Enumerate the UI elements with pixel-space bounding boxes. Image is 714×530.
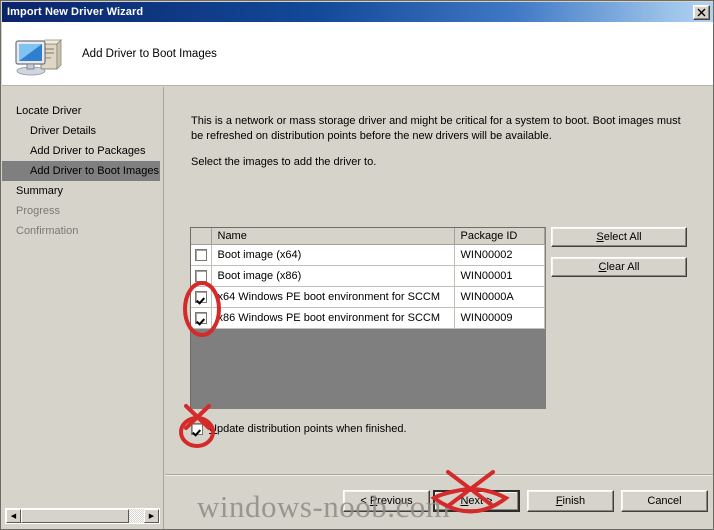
sidebar-item-add-driver-to-boot-images[interactable]: Add Driver to Boot Images (2, 161, 160, 181)
wizard-content: This is a network or mass storage driver… (165, 87, 713, 474)
footer-divider (165, 474, 713, 476)
row-package-id: WIN00009 (454, 307, 545, 329)
next-rest: ext > (468, 495, 493, 507)
row-name: x86 Windows PE boot environment for SCCM (211, 307, 455, 329)
table-header: Name Package ID (191, 228, 545, 245)
sidebar-item-locate-driver[interactable]: Locate Driver (2, 101, 163, 121)
sidebar-item-confirmation[interactable]: Confirmation (2, 221, 163, 241)
table-body: Boot image (x64) WIN00002 Boot image (x8… (191, 244, 545, 329)
row-package-id: WIN0000A (454, 286, 545, 308)
boot-images-grid: Name Package ID Boot image (x64) WIN0000… (191, 228, 545, 329)
cancel-label: Cancel (647, 495, 682, 507)
row-checkbox[interactable] (194, 290, 207, 303)
wizard-window: Import New Driver Wizard Add Driver to B… (0, 0, 714, 530)
instruction-paragraph: Select the images to add the driver to. (191, 156, 377, 168)
table-header-row: Name Package ID (191, 228, 545, 245)
row-checkbox-cell[interactable] (191, 307, 212, 329)
row-name: x64 Windows PE boot environment for SCCM (211, 286, 455, 308)
row-checkbox[interactable] (194, 269, 207, 282)
row-checkbox[interactable] (194, 248, 207, 261)
table-row[interactable]: Boot image (x86) WIN00001 (191, 265, 545, 287)
select-all-accel: S (596, 231, 604, 243)
row-checkbox-cell[interactable] (191, 265, 212, 287)
table-row[interactable]: x86 Windows PE boot environment for SCCM… (191, 307, 545, 329)
scroll-left-icon[interactable]: ◀ (6, 509, 21, 523)
clear-all-label: lear All (606, 261, 640, 273)
title-bar: Import New Driver Wizard (2, 2, 713, 22)
finish-rest: inish (562, 495, 586, 507)
sidebar-horizontal-scrollbar[interactable]: ◀ ▶ (5, 508, 160, 524)
update-accel: U (209, 423, 217, 435)
sidebar-item-summary[interactable]: Summary (2, 181, 163, 201)
row-package-id: WIN00001 (454, 265, 545, 287)
row-checkbox[interactable] (194, 311, 207, 324)
wizard-header: Add Driver to Boot Images (2, 22, 713, 86)
update-distribution-points-row[interactable]: Update distribution points when finished… (191, 423, 407, 435)
description-paragraph: This is a network or mass storage driver… (191, 115, 681, 142)
computer-icon-glyph (15, 38, 62, 75)
finish-button[interactable]: Finish (527, 490, 614, 512)
row-checkbox-cell[interactable] (191, 286, 212, 308)
window-title: Import New Driver Wizard (7, 6, 144, 18)
row-checkbox-cell[interactable] (191, 244, 212, 266)
close-glyph (697, 8, 706, 16)
column-header-checkbox[interactable] (191, 228, 212, 245)
row-name: Boot image (x86) (211, 265, 455, 287)
table-row[interactable]: Boot image (x64) WIN00002 (191, 244, 545, 266)
page-title: Add Driver to Boot Images (82, 47, 217, 60)
sidebar-item-driver-details[interactable]: Driver Details (2, 121, 163, 141)
finish-accel: F (555, 495, 563, 507)
cancel-button[interactable]: Cancel (621, 490, 708, 512)
column-header-name[interactable]: Name (211, 228, 455, 245)
watermark-text: windows-noob.com (197, 489, 451, 524)
select-all-button[interactable]: Select All (551, 227, 687, 247)
wizard-steps-sidebar: Locate Driver Driver Details Add Driver … (2, 87, 164, 500)
select-all-label: elect All (603, 231, 642, 243)
row-name: Boot image (x64) (211, 244, 455, 266)
update-distribution-points-checkbox[interactable] (191, 423, 203, 435)
scroll-right-icon[interactable]: ▶ (144, 509, 159, 523)
sidebar-footer: ◀ ▶ (2, 500, 164, 529)
scrollbar-thumb[interactable] (21, 509, 129, 523)
computer-icon (14, 32, 62, 76)
table-row[interactable]: x64 Windows PE boot environment for SCCM… (191, 286, 545, 308)
row-package-id: WIN00002 (454, 244, 545, 266)
sidebar-item-add-driver-to-packages[interactable]: Add Driver to Packages (2, 141, 163, 161)
column-header-package-id[interactable]: Package ID (454, 228, 545, 245)
clear-all-button[interactable]: Clear All (551, 257, 687, 277)
close-icon[interactable] (693, 4, 710, 20)
sidebar-item-progress[interactable]: Progress (2, 201, 163, 221)
scrollbar-track[interactable] (21, 509, 144, 523)
boot-images-table[interactable]: Name Package ID Boot image (x64) WIN0000… (190, 227, 546, 409)
update-distribution-points-label: Update distribution points when finished… (209, 423, 407, 435)
update-label-rest: pdate distribution points when finished. (216, 423, 407, 435)
